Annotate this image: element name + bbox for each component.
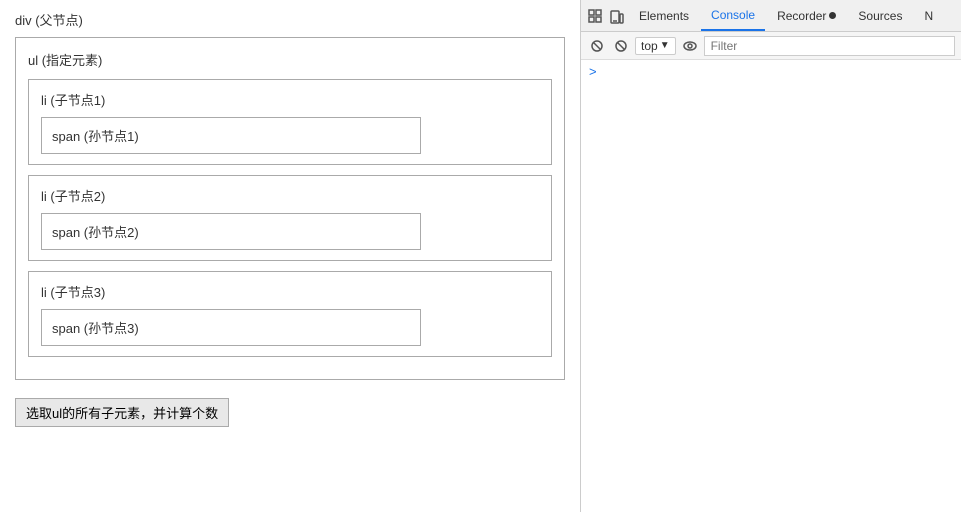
devtools-panel: Elements Console Recorder Sources N top …	[580, 0, 961, 512]
recorder-dot	[829, 12, 836, 19]
tab-elements[interactable]: Elements	[629, 0, 699, 31]
devtools-tabs-bar: Elements Console Recorder Sources N	[581, 0, 961, 32]
console-output: >	[581, 60, 961, 512]
li2-label: li (子节点2)	[41, 186, 539, 205]
span1-box: span (孙节点1)	[41, 117, 421, 154]
filter-input[interactable]	[704, 36, 955, 56]
li-box-3: li (子节点3) span (孙节点3)	[28, 271, 552, 357]
context-dropdown-icon: ▼	[660, 40, 670, 51]
inspect-element-icon[interactable]	[585, 6, 605, 26]
tab-console[interactable]: Console	[701, 0, 765, 31]
span3-label: span (孙节点3)	[52, 321, 139, 336]
context-value: top	[641, 39, 658, 53]
span2-box: span (孙节点2)	[41, 213, 421, 250]
block-icon[interactable]	[611, 36, 631, 56]
eye-icon[interactable]	[680, 36, 700, 56]
tab-more[interactable]: N	[914, 0, 943, 31]
span1-label: span (孙节点1)	[52, 129, 139, 144]
div-parent-label: div (父节点)	[15, 10, 565, 29]
span2-label: span (孙节点2)	[52, 225, 139, 240]
left-panel: div (父节点) ul (指定元素) li (子节点1) span (孙节点1…	[0, 0, 580, 512]
li3-label: li (子节点3)	[41, 282, 539, 301]
li1-label: li (子节点1)	[41, 90, 539, 109]
tab-recorder[interactable]: Recorder	[767, 0, 846, 31]
console-toolbar: top ▼	[581, 32, 961, 60]
console-prompt-arrow[interactable]: >	[589, 64, 597, 79]
span3-box: span (孙节点3)	[41, 309, 421, 346]
device-toolbar-icon[interactable]	[607, 6, 627, 26]
clear-console-icon[interactable]	[587, 36, 607, 56]
select-children-button[interactable]: 选取ul的所有子元素，并计算个数	[15, 398, 229, 427]
ul-label: ul (指定元素)	[28, 50, 552, 69]
li-box-2: li (子节点2) span (孙节点2)	[28, 175, 552, 261]
li-box-1: li (子节点1) span (孙节点1)	[28, 79, 552, 165]
ul-box: ul (指定元素) li (子节点1) span (孙节点1) li (子节点2…	[15, 37, 565, 380]
context-selector[interactable]: top ▼	[635, 37, 676, 55]
tab-sources[interactable]: Sources	[848, 0, 912, 31]
